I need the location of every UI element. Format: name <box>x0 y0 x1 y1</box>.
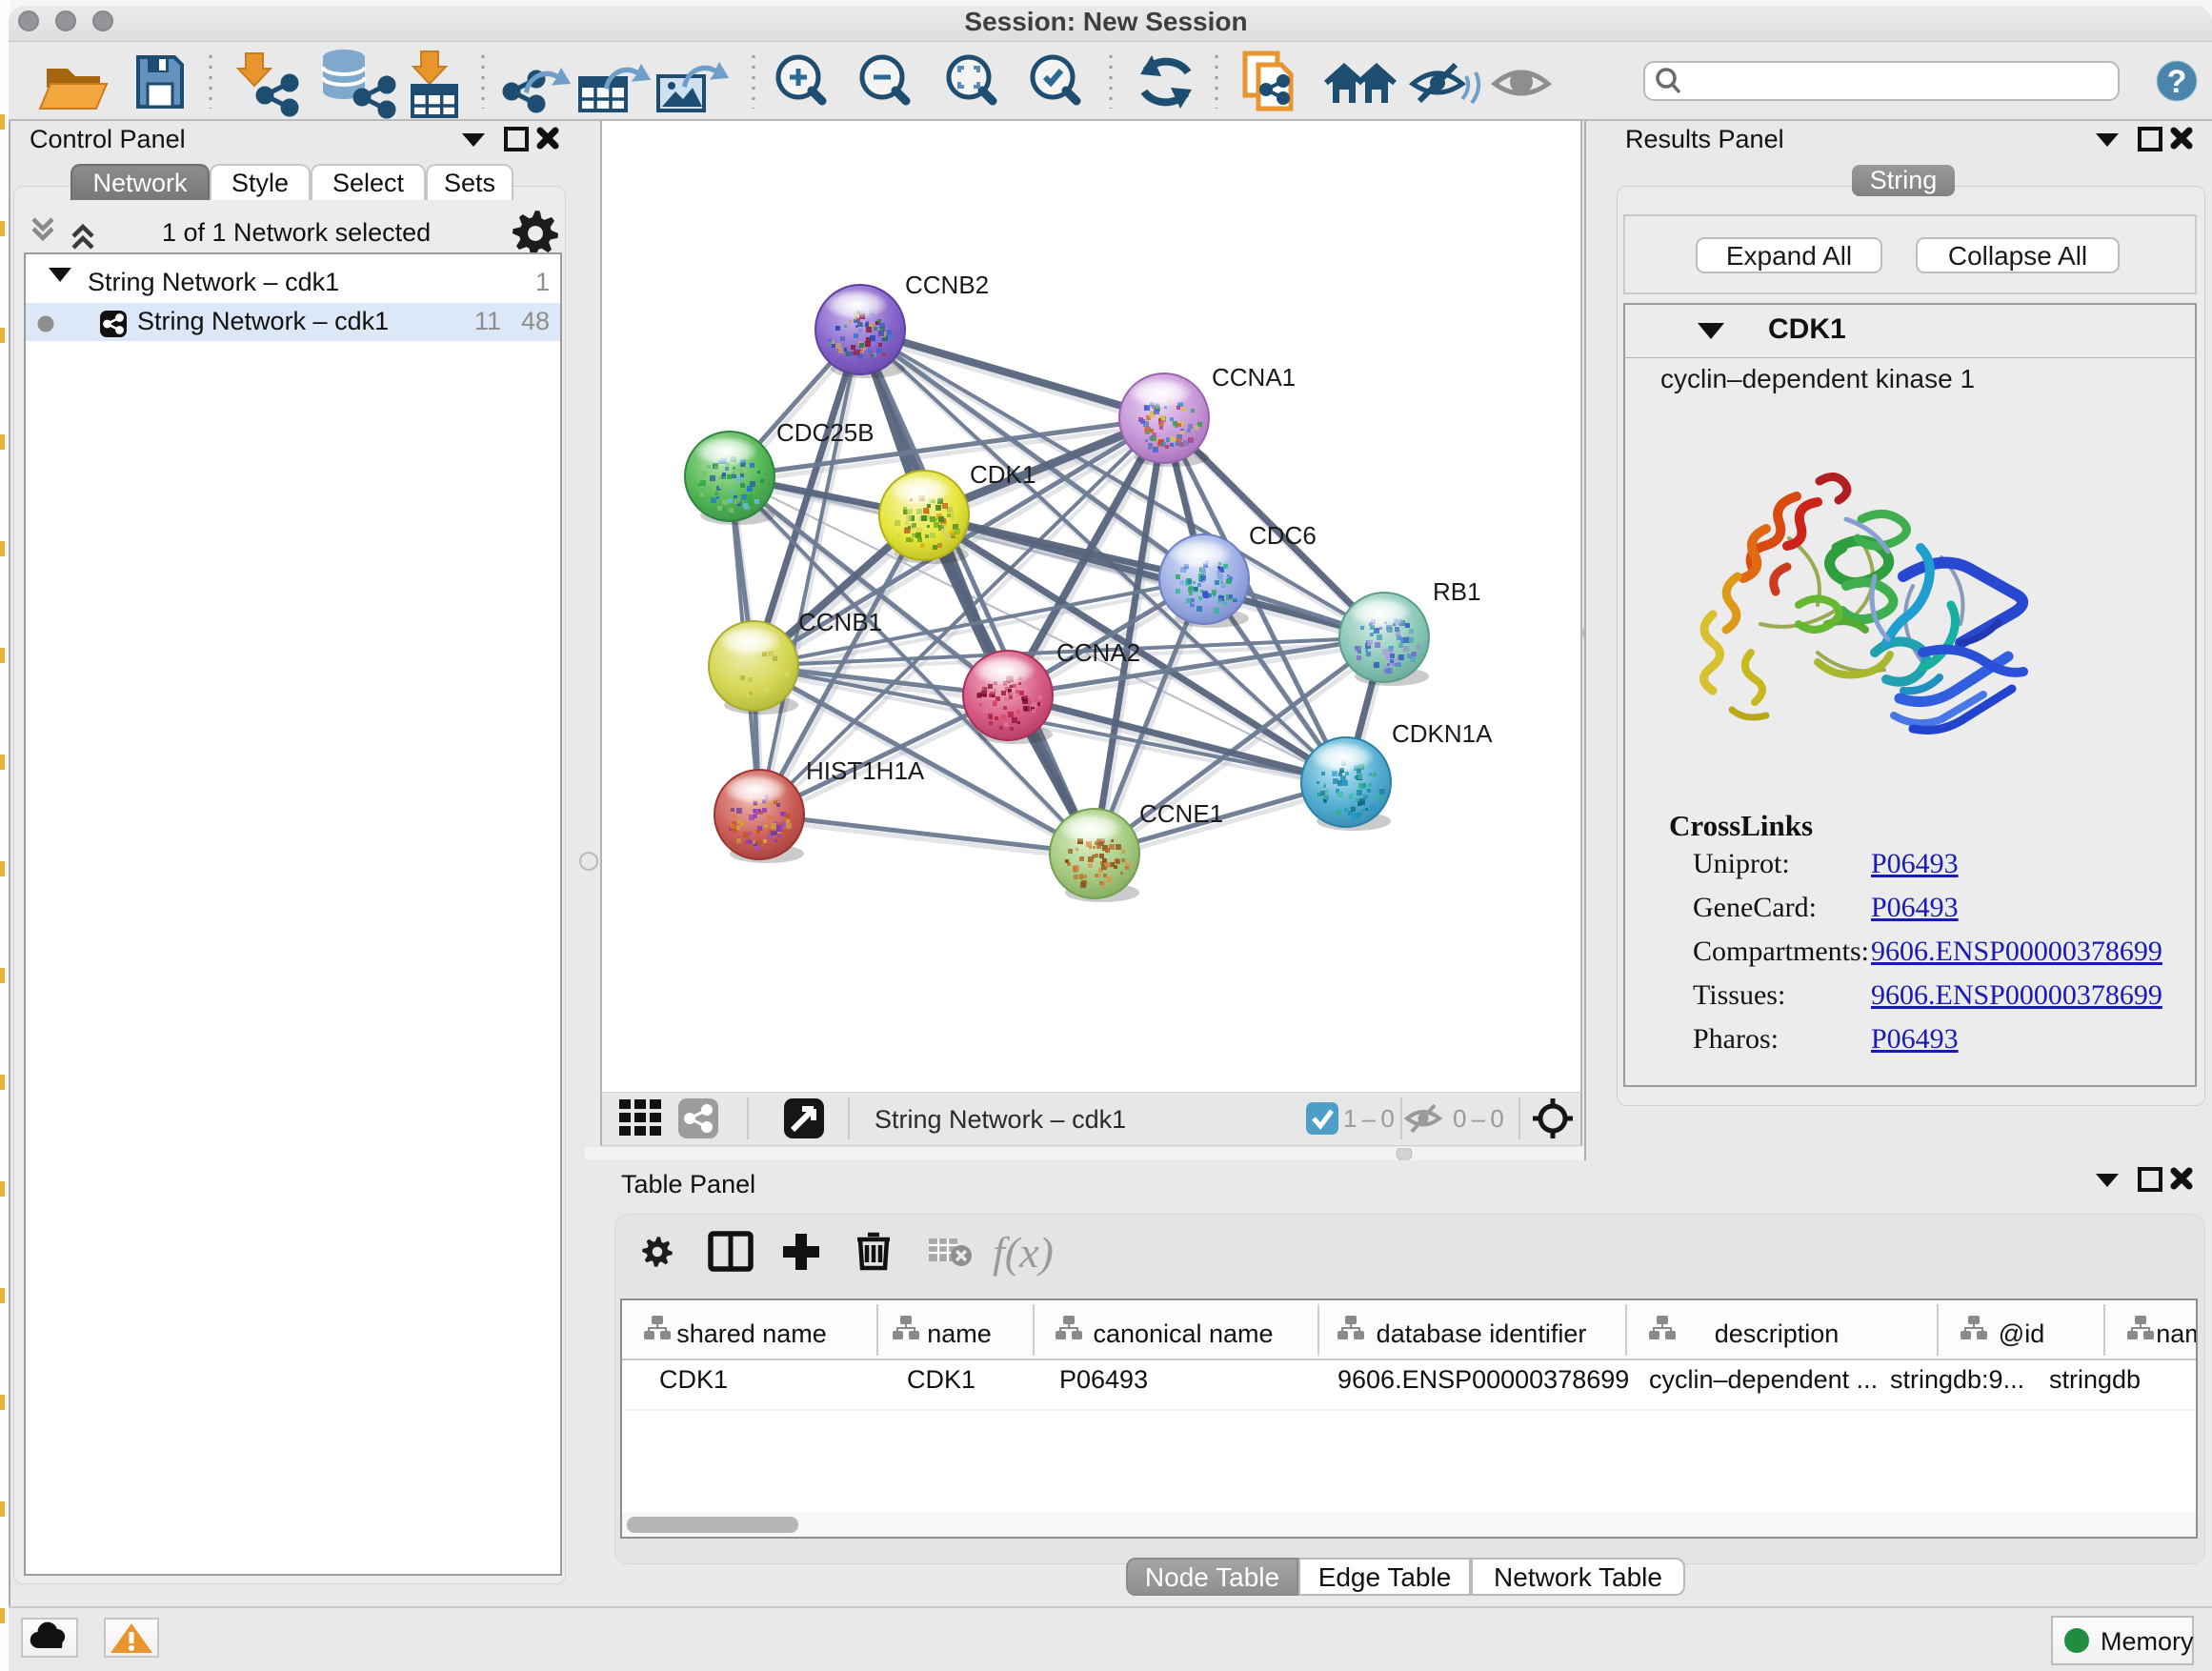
svg-text:stringdb: stringdb <box>2049 1365 2141 1394</box>
svg-text:String Network – cdk1: String Network – cdk1 <box>875 1105 1126 1134</box>
svg-text:RB1: RB1 <box>1433 577 1481 606</box>
svg-text:database identifier: database identifier <box>1377 1319 1587 1348</box>
svg-text:P06493: P06493 <box>1059 1365 1148 1394</box>
svg-text:CDC6: CDC6 <box>1249 521 1317 550</box>
svg-text:CDC25B: CDC25B <box>776 418 875 447</box>
svg-text:9606.ENSP00000378699: 9606.ENSP00000378699 <box>1337 1365 1629 1394</box>
svg-text:CDK1: CDK1 <box>907 1365 975 1394</box>
svg-text:description: description <box>1715 1319 1840 1348</box>
svg-text:CCNB2: CCNB2 <box>905 271 989 299</box>
svg-text:CCNA2: CCNA2 <box>1056 638 1140 667</box>
svg-text:CCNB1: CCNB1 <box>798 608 882 636</box>
svg-text:HIST1H1A: HIST1H1A <box>806 756 925 785</box>
svg-text:CDK1: CDK1 <box>970 460 1036 489</box>
svg-text:canonical name: canonical name <box>1093 1319 1273 1348</box>
svg-text:namespace: namespace <box>2156 1319 2196 1348</box>
svg-text:stringdb:9...: stringdb:9... <box>1890 1365 2024 1394</box>
svg-text:?: ? <box>2167 64 2187 100</box>
svg-text:name: name <box>927 1319 992 1348</box>
svg-text:1 – 0: 1 – 0 <box>1343 1104 1395 1133</box>
svg-text:CCNE1: CCNE1 <box>1139 799 1223 828</box>
svg-text:cyclin–dependent ...: cyclin–dependent ... <box>1649 1365 1878 1394</box>
svg-text:CCNA1: CCNA1 <box>1212 363 1296 392</box>
svg-text:@id: @id <box>1999 1319 2044 1348</box>
svg-text:f(x): f(x) <box>993 1228 1054 1277</box>
svg-text:CDK1: CDK1 <box>659 1365 728 1394</box>
svg-text:shared name: shared name <box>676 1319 827 1348</box>
svg-text:0 – 0: 0 – 0 <box>1453 1104 1504 1133</box>
svg-text:CDKN1A: CDKN1A <box>1392 719 1493 748</box>
